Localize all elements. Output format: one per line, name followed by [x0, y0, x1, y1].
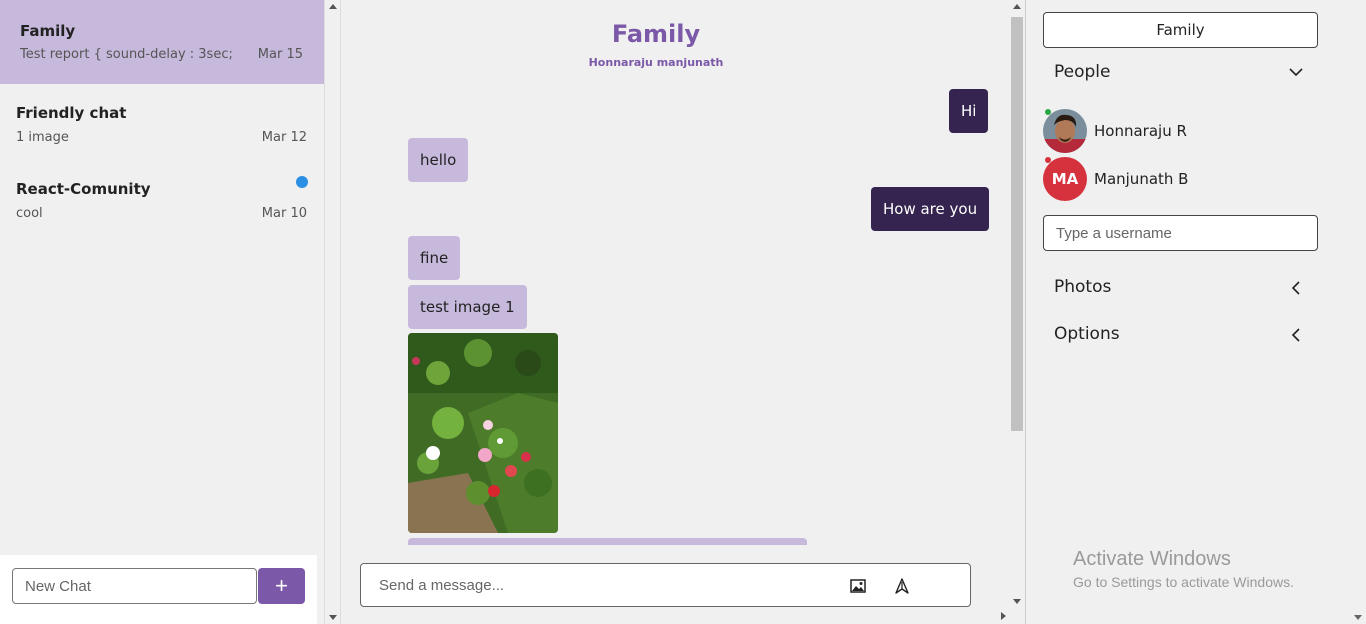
message-bubble-theirs: fine [408, 236, 461, 280]
scroll-right-icon[interactable] [1001, 612, 1006, 620]
message-input[interactable] [379, 564, 819, 606]
chat-item-date: Mar 15 [257, 47, 303, 62]
person-item[interactable]: Honnaraju R [1043, 109, 1323, 153]
offline-status-dot [1045, 157, 1051, 163]
send-icon[interactable] [894, 578, 910, 594]
chevron-down-icon[interactable] [1288, 64, 1304, 80]
unread-dot [296, 176, 308, 188]
scroll-up-icon[interactable] [1013, 4, 1021, 9]
person-name: Manjunath B [1094, 170, 1189, 188]
people-section-title[interactable]: People [1054, 62, 1110, 82]
options-section-title[interactable]: Options [1054, 324, 1120, 344]
chat-item-title: React-Comunity [16, 180, 151, 198]
flower-photo-image[interactable] [408, 333, 558, 533]
message-bubble-theirs: test image 1 [408, 285, 527, 329]
message-bubble-mine: How are you [871, 187, 990, 231]
message-bubble-mine: Hi [949, 89, 989, 133]
chat-item-preview: cool [16, 206, 43, 221]
chat-item-friendly-chat[interactable]: Friendly chat 1 image Mar 12 [0, 84, 324, 160]
avatar: MA [1043, 157, 1087, 201]
scrollbar-thumb[interactable] [1011, 17, 1023, 431]
image-icon[interactable] [850, 578, 866, 593]
online-status-dot [1045, 109, 1051, 115]
scroll-down-icon[interactable] [1354, 615, 1362, 620]
scroll-down-icon[interactable] [329, 615, 337, 620]
person-name: Honnaraju R [1094, 122, 1187, 140]
add-chat-button[interactable]: + [258, 568, 305, 604]
chat-item-date: Mar 10 [261, 206, 307, 221]
conversation-title: Family [611, 20, 701, 48]
chat-item-preview: Test report { sound-delay : 3sec; [20, 47, 233, 62]
scroll-up-icon[interactable] [329, 4, 337, 9]
new-chat-input[interactable] [12, 568, 257, 604]
person-item[interactable]: MA Manjunath B [1043, 157, 1323, 201]
message-feed-scrollbar[interactable] [1009, 0, 1025, 608]
new-chat-bar: + [0, 555, 317, 624]
chat-list: Family Test report { sound-delay : 3sec;… [0, 0, 324, 555]
chat-item-title: Friendly chat [16, 104, 127, 122]
conversation-members: Honnaraju manjunath [588, 56, 724, 69]
chevron-left-icon[interactable] [1288, 280, 1304, 296]
chat-item-preview: 1 image [16, 130, 69, 145]
scroll-down-icon[interactable] [1013, 599, 1021, 604]
message-composer [360, 563, 971, 607]
chat-item-title: Family [20, 22, 76, 40]
chevron-left-icon[interactable] [1288, 327, 1304, 343]
chat-list-scrollbar[interactable] [324, 0, 341, 624]
activation-watermark-title: Activate Windows [1073, 548, 1231, 570]
horizontal-scrollbar[interactable] [341, 608, 1009, 624]
message-feed: Family Honnaraju manjunath Hi hello How … [341, 0, 1009, 545]
chat-list-panel: Family Test report { sound-delay : 3sec;… [0, 0, 341, 624]
chat-name-field[interactable]: Family [1043, 12, 1318, 48]
username-input[interactable] [1043, 215, 1318, 251]
chat-item-date: Mar 12 [261, 130, 307, 145]
chat-settings-panel: Family People Honnaraju R MA Manjunath B… [1025, 0, 1366, 624]
chat-item-family[interactable]: Family Test report { sound-delay : 3sec;… [0, 0, 324, 84]
avatar [1043, 109, 1087, 153]
message-bubble-theirs: hello [408, 138, 469, 182]
photos-section-title[interactable]: Photos [1054, 277, 1111, 297]
message-bubble-partial [408, 538, 807, 545]
chat-item-react-comunity[interactable]: React-Comunity cool Mar 10 [0, 160, 324, 236]
conversation-panel: Family Honnaraju manjunath Hi hello How … [341, 0, 1025, 624]
activation-watermark-subtitle: Go to Settings to activate Windows. [1073, 574, 1294, 590]
